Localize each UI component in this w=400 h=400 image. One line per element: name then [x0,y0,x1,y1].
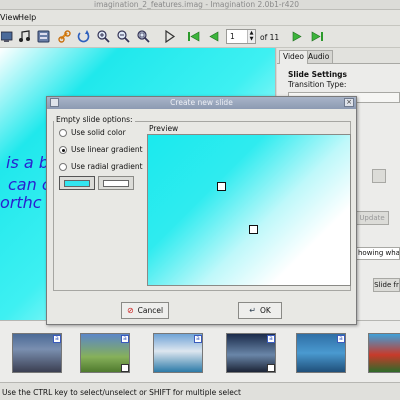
transition-icon [267,364,275,372]
transition-type-label: Transition Type: [288,80,347,89]
next-slide-icon[interactable] [290,29,305,44]
menubar: View Help [0,10,400,26]
close-icon[interactable]: × [344,98,354,107]
slide-text-line-1: is a b [6,153,49,172]
update-button-label: Update [359,214,385,222]
window-titlebar: imagination_2_features.imag - Imaginatio… [0,0,400,10]
radio-solid-color-icon[interactable] [59,128,67,137]
radio-radial-gradient[interactable]: Use radial gradient [59,162,143,171]
slide-text-line-2: can c [8,175,51,194]
slide-thumbnail[interactable]: a [296,333,346,373]
last-slide-icon[interactable] [310,29,325,44]
link-icon[interactable] [57,29,72,44]
film-icon[interactable] [36,29,51,44]
showing-field-text: howing what [358,249,400,257]
slide-thumbnail[interactable]: a [80,333,130,373]
zoom-fit-icon[interactable] [136,29,151,44]
dialog-title: Create new slide [170,98,233,107]
slide-thumbnail[interactable]: a [153,333,203,373]
slide-thumbnail[interactable] [368,333,400,373]
toolbar: 1 ▲ ▼ of 11 [0,26,400,48]
slide-count-label: of 11 [260,33,280,42]
play-icon[interactable] [162,29,177,44]
slide-thumbnail[interactable]: a [226,333,276,373]
ok-icon: ↵ [249,306,256,315]
update-button[interactable]: Update [355,211,389,225]
tab-video[interactable]: Video [279,50,309,64]
radio-solid-color[interactable]: Use solid color [59,128,126,137]
menu-view[interactable]: View [0,13,19,22]
music-icon[interactable] [17,29,32,44]
panel-icon-button[interactable] [372,169,386,183]
screen-icon[interactable] [0,29,15,44]
radio-solid-color-label: Use solid color [71,128,126,137]
previous-slide-icon[interactable] [206,29,221,44]
slide-from-combo[interactable]: Slide fr [373,278,400,292]
cancel-icon: ⊘ [126,306,134,315]
cancel-button[interactable]: ⊘ Cancel [121,302,169,319]
showing-field[interactable]: howing what [355,247,400,260]
slide-text-line-3: orthc [0,193,42,212]
radio-linear-gradient-label: Use linear gradient [71,145,143,154]
spin-arrows-icon[interactable]: ▲ ▼ [247,30,255,43]
thumbnail-strip: a a a a a [0,320,400,382]
cancel-button-label: Cancel [137,306,164,315]
slide-settings-heading: Slide Settings [288,70,348,79]
ok-button[interactable]: ↵ OK [238,302,282,319]
slide-badge-icon: a [194,335,202,343]
gradient-stop-handle[interactable] [249,225,258,234]
stop-color-button[interactable] [98,176,134,190]
slide-from-label: Slide fr [374,281,399,289]
radio-radial-gradient-label: Use radial gradient [71,162,143,171]
first-slide-icon[interactable] [186,29,201,44]
slide-number-value: 1 [230,32,235,41]
transition-icon [121,364,129,372]
statusbar: Use the CTRL key to select/unselect or S… [0,382,400,400]
start-color-button[interactable] [59,176,95,190]
slide-number-input[interactable]: 1 ▲ ▼ [226,29,256,44]
rotate-icon[interactable] [76,29,91,44]
menu-help[interactable]: Help [18,13,36,22]
gradient-start-handle[interactable] [217,182,226,191]
tab-audio-label: Audio [308,52,330,61]
create-new-slide-dialog: Create new slide × Empty slide options: … [46,96,357,325]
stop-color-swatch [103,180,129,187]
preview-label: Preview [147,124,181,133]
zoom-out-icon[interactable] [116,29,131,44]
dialog-titlebar[interactable]: Create new slide × [47,97,356,109]
gradient-preview[interactable] [147,134,351,286]
start-color-swatch [64,180,90,187]
zoom-in-icon[interactable] [96,29,111,44]
tab-audio[interactable]: Audio [304,50,334,63]
slide-badge-icon: a [53,335,61,343]
slide-badge-icon: a [267,335,275,343]
options-frame-label: Empty slide options: [54,115,135,124]
radio-linear-gradient[interactable]: Use linear gradient [59,145,143,154]
slide-badge-icon: a [337,335,345,343]
window-title: imagination_2_features.imag - Imaginatio… [94,0,300,9]
slide-thumbnail[interactable]: a [12,333,62,373]
ok-button-label: OK [259,306,271,315]
radio-linear-gradient-icon[interactable] [59,145,67,154]
slide-badge-icon: a [121,335,129,343]
tab-video-label: Video [283,52,305,61]
radio-radial-gradient-icon[interactable] [59,162,67,171]
status-text: Use the CTRL key to select/unselect or S… [2,388,241,397]
